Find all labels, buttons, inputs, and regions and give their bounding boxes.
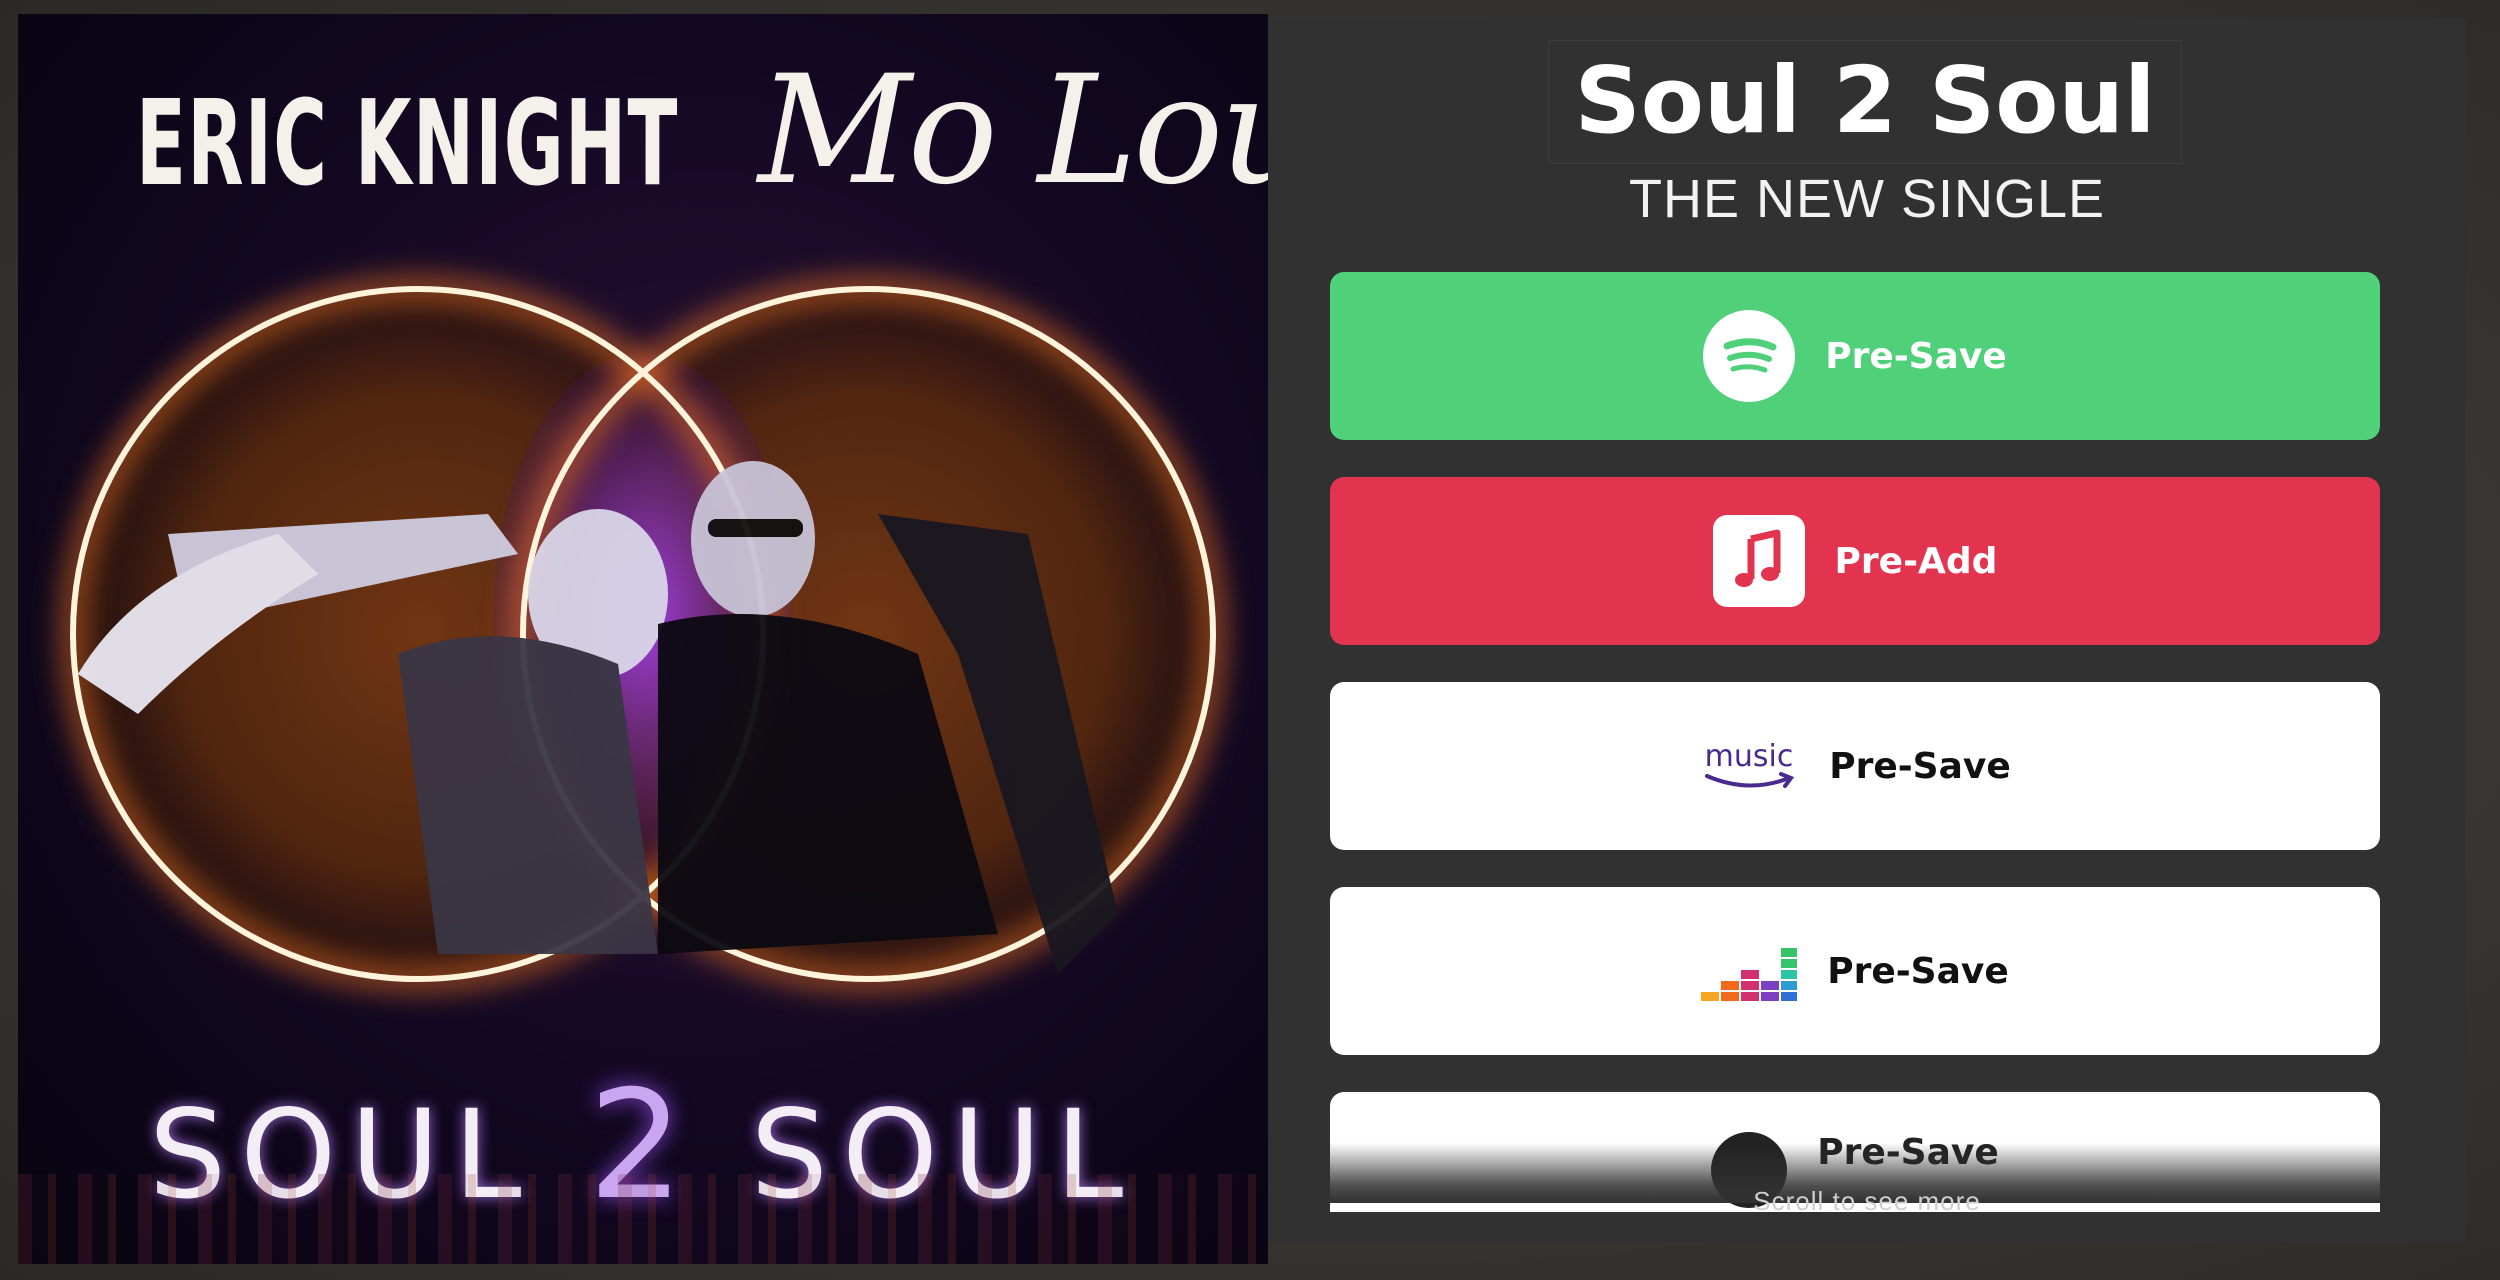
presave-page: ERIC KNIGHT Mo Louis SOUL 2 SOUL Soul 2 … bbox=[0, 0, 2500, 1280]
city-skyline bbox=[18, 1174, 1268, 1264]
song-title: Soul 2 Soul bbox=[1548, 40, 2182, 164]
album-cover: ERIC KNIGHT Mo Louis SOUL 2 SOUL bbox=[18, 14, 1268, 1264]
deezer-presave-button[interactable]: Pre-Save bbox=[1330, 887, 2380, 1055]
deezer-icon bbox=[1701, 938, 1798, 1004]
apple-music-preadd-label: Pre-Add bbox=[1834, 540, 1998, 582]
svg-text:music: music bbox=[1705, 739, 1794, 774]
apple-music-icon bbox=[1712, 515, 1805, 607]
spotify-presave-button[interactable]: Pre-Save bbox=[1330, 272, 2380, 440]
next-service-presave-label: Pre-Save bbox=[1817, 1132, 1999, 1173]
scroll-hint: Scroll to see more bbox=[1753, 1186, 1981, 1216]
song-subtitle: THE NEW SINGLE bbox=[1628, 169, 2106, 229]
amazon-music-presave-button[interactable]: music Pre-Save bbox=[1330, 682, 2380, 850]
amazon-music-presave-label: Pre-Save bbox=[1829, 745, 2011, 787]
presave-panel[interactable]: Soul 2 Soul THE NEW SINGLE Pre-Save Pre-… bbox=[1268, 18, 2466, 1242]
artist-name-right: Mo Louis bbox=[758, 44, 1268, 218]
spotify-presave-label: Pre-Save bbox=[1825, 335, 2007, 377]
deezer-presave-label: Pre-Save bbox=[1827, 950, 2009, 992]
apple-music-preadd-button[interactable]: Pre-Add bbox=[1330, 477, 2380, 645]
artist-name-left: ERIC KNIGHT bbox=[136, 74, 679, 212]
amazon-music-icon: music bbox=[1699, 736, 1799, 796]
spotify-icon bbox=[1703, 310, 1796, 402]
